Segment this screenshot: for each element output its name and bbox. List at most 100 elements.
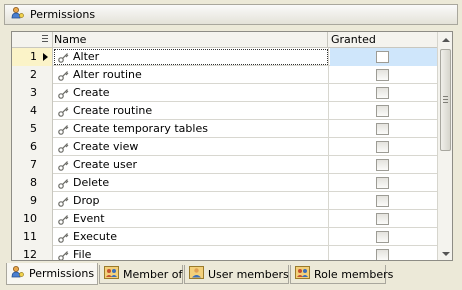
- tab-permissions[interactable]: Permissions: [6, 263, 98, 285]
- granted-checkbox[interactable]: [376, 141, 389, 153]
- scroll-up-button[interactable]: [438, 32, 452, 47]
- permission-name: Create: [73, 86, 110, 99]
- table-row[interactable]: 5 Create temporary tables: [12, 120, 437, 138]
- row-number[interactable]: 6: [12, 138, 53, 156]
- grid-rows: 1 Alter 2 Alter routine 3 Create 4 Create routi…: [12, 48, 437, 261]
- scroll-down-button[interactable]: [438, 246, 452, 260]
- column-header-granted[interactable]: Granted: [329, 32, 437, 48]
- tab-member-of[interactable]: Member of: [99, 265, 183, 284]
- table-row[interactable]: 10 Event: [12, 210, 437, 228]
- column-header-name[interactable]: Name: [53, 32, 328, 48]
- granted-checkbox[interactable]: [376, 51, 389, 63]
- row-number[interactable]: 4: [12, 102, 53, 120]
- table-row[interactable]: 12 File: [12, 246, 437, 261]
- cell-permission-name[interactable]: Create: [53, 84, 329, 102]
- row-number[interactable]: 8: [12, 174, 53, 192]
- granted-checkbox[interactable]: [376, 159, 389, 171]
- cell-granted[interactable]: [330, 228, 437, 246]
- grid-corner[interactable]: [12, 32, 53, 48]
- cell-permission-name[interactable]: Create user: [53, 156, 329, 174]
- cell-permission-name[interactable]: Alter: [53, 48, 329, 66]
- tab-user-members[interactable]: User members: [184, 265, 289, 284]
- granted-checkbox[interactable]: [376, 177, 389, 189]
- granted-checkbox[interactable]: [376, 87, 389, 99]
- column-chooser-icon[interactable]: [42, 35, 48, 44]
- cell-permission-name[interactable]: Alter routine: [53, 66, 329, 84]
- row-number[interactable]: 5: [12, 120, 53, 138]
- cell-permission-name[interactable]: Create view: [53, 138, 329, 156]
- cell-granted[interactable]: [330, 48, 437, 66]
- row-number[interactable]: 11: [12, 228, 53, 246]
- vertical-scrollbar[interactable]: [437, 32, 452, 260]
- permission-name: Execute: [73, 230, 117, 243]
- row-number-label: 6: [30, 140, 37, 153]
- row-number[interactable]: 9: [12, 192, 53, 210]
- cell-permission-name[interactable]: Event: [53, 210, 329, 228]
- users-key-icon: [11, 6, 25, 23]
- cell-granted[interactable]: [330, 210, 437, 228]
- granted-checkbox[interactable]: [376, 231, 389, 243]
- group-icon: [104, 266, 119, 282]
- key-icon: [58, 105, 69, 117]
- row-number-label: 12: [23, 248, 37, 261]
- cell-permission-name[interactable]: Create routine: [53, 102, 329, 120]
- key-icon: [58, 177, 69, 189]
- cell-permission-name[interactable]: Execute: [53, 228, 329, 246]
- granted-checkbox[interactable]: [376, 69, 389, 81]
- tab-role-members[interactable]: Role members: [290, 265, 393, 284]
- cell-granted[interactable]: [330, 156, 437, 174]
- granted-checkbox[interactable]: [376, 213, 389, 225]
- cell-permission-name[interactable]: Drop: [53, 192, 329, 210]
- key-icon: [58, 123, 69, 135]
- cell-granted[interactable]: [330, 84, 437, 102]
- row-number[interactable]: 3: [12, 84, 53, 102]
- granted-checkbox[interactable]: [376, 105, 389, 117]
- table-row[interactable]: 1 Alter: [12, 48, 437, 66]
- table-row[interactable]: 11 Execute: [12, 228, 437, 246]
- cell-permission-name[interactable]: Create temporary tables: [53, 120, 329, 138]
- permissions-grid[interactable]: Name Granted 1 Alter 2 Alter routine 3 Create…: [11, 31, 453, 261]
- cell-permission-name[interactable]: File: [53, 246, 329, 261]
- permission-name: File: [73, 248, 92, 261]
- row-number[interactable]: 10: [12, 210, 53, 228]
- table-row[interactable]: 4 Create routine: [12, 102, 437, 120]
- group-icon: [295, 266, 310, 282]
- row-number-label: 11: [23, 230, 37, 243]
- scroll-thumb[interactable]: [440, 49, 451, 151]
- row-number[interactable]: 12: [12, 246, 53, 261]
- cell-granted[interactable]: [330, 192, 437, 210]
- table-row[interactable]: 7 Create user: [12, 156, 437, 174]
- table-row[interactable]: 3 Create: [12, 84, 437, 102]
- granted-checkbox[interactable]: [376, 195, 389, 207]
- granted-checkbox[interactable]: [376, 123, 389, 135]
- tab-label: Permissions: [29, 267, 95, 280]
- current-row-indicator-icon: [43, 53, 48, 61]
- key-icon: [58, 141, 69, 153]
- cell-granted[interactable]: [330, 102, 437, 120]
- permission-name: Create user: [73, 158, 138, 171]
- cell-granted[interactable]: [330, 66, 437, 84]
- row-number[interactable]: 1: [12, 48, 53, 66]
- cell-granted[interactable]: [330, 138, 437, 156]
- arrow-down-icon: [441, 251, 450, 256]
- permission-name: Event: [73, 212, 105, 225]
- tab-label: Role members: [314, 267, 394, 281]
- key-icon: [58, 159, 69, 171]
- row-number-label: 10: [23, 212, 37, 225]
- grid-header: Name Granted: [12, 32, 437, 48]
- cell-granted[interactable]: [330, 174, 437, 192]
- grip-line: [443, 102, 448, 103]
- cell-permission-name[interactable]: Delete: [53, 174, 329, 192]
- cell-granted[interactable]: [330, 246, 437, 260]
- table-row[interactable]: 2 Alter routine: [12, 66, 437, 84]
- tab-label: Member of: [123, 267, 183, 281]
- granted-checkbox[interactable]: [376, 249, 389, 260]
- row-number[interactable]: 7: [12, 156, 53, 174]
- tab-label: User members: [208, 267, 289, 281]
- row-number[interactable]: 2: [12, 66, 53, 84]
- cell-granted[interactable]: [330, 120, 437, 138]
- table-row[interactable]: 8 Delete: [12, 174, 437, 192]
- table-row[interactable]: 9 Drop: [12, 192, 437, 210]
- permission-name: Create temporary tables: [73, 122, 208, 135]
- table-row[interactable]: 6 Create view: [12, 138, 437, 156]
